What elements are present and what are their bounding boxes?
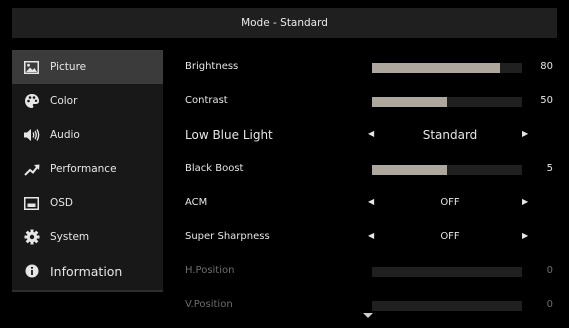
low-blue-light-row[interactable]: Low Blue Light ◀ Standard ▶ (174, 118, 559, 152)
brightness-slider[interactable] (372, 63, 522, 73)
osd-icon (23, 195, 40, 211)
v-position-value: 0 (546, 299, 553, 310)
sidebar-item-label: Performance (50, 163, 117, 175)
v-position-label: V.Position (185, 299, 233, 310)
contrast-slider[interactable] (372, 97, 522, 107)
super-sharpness-value: OFF (440, 231, 460, 242)
palette-icon (23, 93, 40, 109)
info-icon (23, 263, 40, 279)
v-position-slider (372, 301, 522, 311)
mode-title: Mode - Standard (241, 17, 328, 29)
super-sharpness-label: Super Sharpness (185, 231, 270, 242)
sidebar-item-label: Information (50, 263, 123, 279)
sidebar-item-system[interactable]: System (12, 220, 163, 254)
left-arrow-icon[interactable]: ◀ (368, 129, 374, 138)
scroll-down-arrow-icon[interactable] (363, 313, 373, 318)
sidebar-item-color[interactable]: Color (12, 84, 163, 118)
sidebar-item-information[interactable]: Information (12, 254, 163, 288)
contrast-slider-fill (372, 97, 447, 107)
left-arrow-icon[interactable]: ◀ (368, 197, 374, 206)
low-blue-light-value: Standard (422, 128, 478, 142)
sidebar-item-label: OSD (50, 197, 74, 209)
osd-header: Mode - Standard (12, 8, 557, 38)
sidebar-item-performance[interactable]: Performance (12, 152, 163, 186)
h-position-value: 0 (546, 265, 553, 276)
right-arrow-icon[interactable]: ▶ (522, 197, 528, 206)
sidebar-item-label: Color (50, 95, 78, 107)
h-position-label: H.Position (185, 265, 235, 276)
sidebar-item-label: System (50, 231, 90, 243)
sidebar-item-label: Audio (50, 129, 80, 141)
picture-settings-panel: Brightness 80 Contrast 50 Low Blue Light… (174, 50, 559, 320)
brightness-label: Brightness (185, 61, 239, 72)
h-position-slider (372, 267, 522, 277)
black-boost-slider[interactable] (372, 165, 522, 175)
black-boost-label: Black Boost (185, 163, 244, 174)
contrast-label: Contrast (185, 95, 228, 106)
h-position-row: H.Position 0 (174, 254, 559, 288)
low-blue-light-label: Low Blue Light (185, 128, 273, 142)
black-boost-slider-fill (372, 165, 447, 175)
contrast-row[interactable]: Contrast 50 (174, 84, 559, 118)
brightness-value: 80 (540, 61, 553, 72)
acm-value: OFF (440, 197, 460, 208)
osd-sidebar: Picture Color Audio Performance OSD Syst… (12, 50, 163, 292)
brightness-row[interactable]: Brightness 80 (174, 50, 559, 84)
right-arrow-icon[interactable]: ▶ (522, 231, 528, 240)
left-arrow-icon[interactable]: ◀ (368, 231, 374, 240)
black-boost-value: 5 (546, 163, 553, 174)
brightness-slider-fill (372, 63, 500, 73)
sidebar-item-label: Picture (50, 61, 87, 73)
acm-row[interactable]: ACM ◀ OFF ▶ (174, 186, 559, 220)
picture-icon (23, 59, 40, 75)
contrast-value: 50 (540, 95, 553, 106)
right-arrow-icon[interactable]: ▶ (522, 129, 528, 138)
gear-icon (23, 229, 40, 245)
sidebar-item-picture[interactable]: Picture (12, 50, 163, 84)
black-boost-row[interactable]: Black Boost 5 (174, 152, 559, 186)
sidebar-item-osd[interactable]: OSD (12, 186, 163, 220)
speaker-icon (23, 127, 40, 143)
super-sharpness-row[interactable]: Super Sharpness ◀ OFF ▶ (174, 220, 559, 254)
trending-up-icon (23, 161, 40, 177)
sidebar-item-audio[interactable]: Audio (12, 118, 163, 152)
acm-label: ACM (185, 197, 208, 208)
